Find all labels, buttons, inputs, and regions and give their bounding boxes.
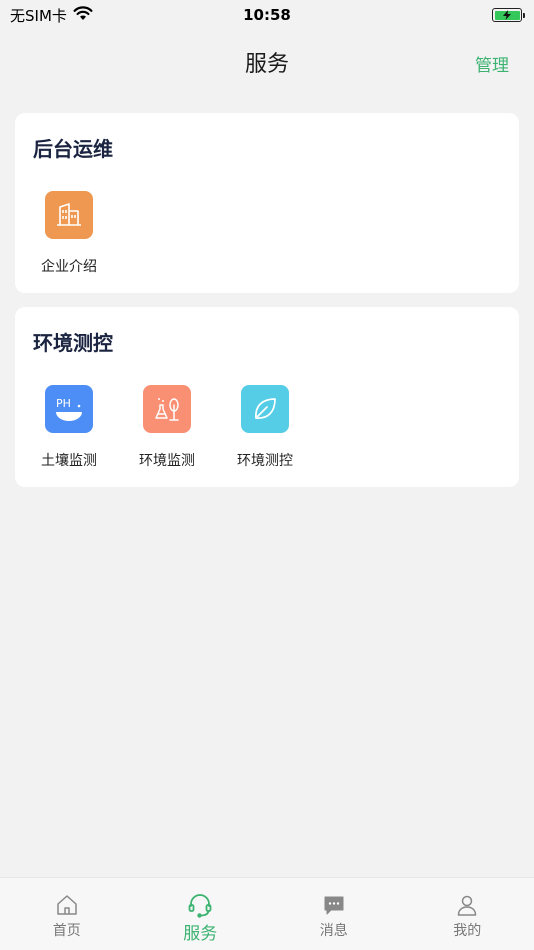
manage-button[interactable]: 管理 xyxy=(475,51,509,76)
tab-bar: 首页 服务 消息 我的 xyxy=(0,877,534,950)
building-icon xyxy=(45,191,93,239)
tile-grid: 企业介绍 xyxy=(20,191,118,276)
ph-soil-icon: PH xyxy=(45,385,93,433)
tab-messages[interactable]: 消息 xyxy=(267,878,401,950)
message-icon xyxy=(321,892,347,918)
page-title: 服务 xyxy=(244,52,289,77)
leaf-icon xyxy=(241,385,289,433)
tile-grid: PH 土壤监测 环境监测 环境测控 xyxy=(20,385,314,470)
tile-label: 企业介绍 xyxy=(41,259,97,275)
section-title: 环境测控 xyxy=(33,331,113,355)
tab-label: 首页 xyxy=(52,923,81,939)
tab-home[interactable]: 首页 xyxy=(0,878,134,950)
wifi-icon xyxy=(73,5,93,25)
user-icon xyxy=(454,892,480,918)
tab-service[interactable]: 服务 xyxy=(134,878,268,950)
tile-company-intro[interactable]: 企业介绍 xyxy=(20,191,118,276)
tab-label: 我的 xyxy=(453,923,482,939)
section-title: 后台运维 xyxy=(33,137,113,161)
status-left: 无SIM卡 xyxy=(10,5,93,26)
tab-label: 消息 xyxy=(319,923,348,939)
tab-label: 服务 xyxy=(183,924,218,944)
battery-charging-icon xyxy=(492,8,525,22)
nav-bar: 服务 管理 xyxy=(0,40,534,84)
tile-environment-monitoring[interactable]: 环境监测 xyxy=(118,385,216,470)
tile-label: 环境测控 xyxy=(237,453,293,469)
ph-icon-text: PH xyxy=(56,397,71,410)
tile-environment-control[interactable]: 环境测控 xyxy=(216,385,314,470)
tile-label: 环境监测 xyxy=(139,453,195,469)
status-bar: 无SIM卡 10:58 xyxy=(0,0,534,30)
tile-soil-monitoring[interactable]: PH 土壤监测 xyxy=(20,385,118,470)
tile-label: 土壤监测 xyxy=(41,453,97,469)
environment-flask-icon xyxy=(143,385,191,433)
carrier-label: 无SIM卡 xyxy=(10,6,67,25)
home-icon xyxy=(54,892,80,918)
headset-icon xyxy=(187,892,213,918)
section-card-environment: 环境测控 PH 土壤监测 环境监测 环境测控 xyxy=(15,307,519,487)
section-card-operations: 后台运维 企业介绍 xyxy=(15,113,519,293)
tab-profile[interactable]: 我的 xyxy=(401,878,534,950)
